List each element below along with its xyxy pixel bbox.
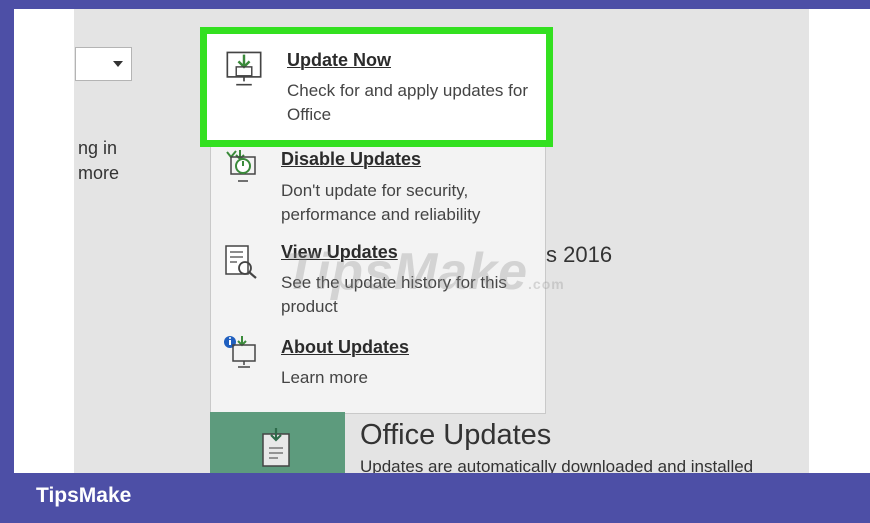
menu-item-title: View Updates [281, 242, 398, 262]
side-text-line-2: more [78, 163, 120, 183]
update-options-icon [262, 428, 290, 467]
account-dropdown[interactable] [75, 47, 132, 81]
menu-item-desc: Don't update for security, performance a… [281, 181, 481, 224]
menu-item-title: About Updates [281, 337, 409, 357]
side-text-line-1: ng in [78, 138, 118, 158]
left-pane [14, 9, 74, 473]
brand-logo-text: TipsMake [36, 484, 132, 507]
update-now-desc: Check for and apply updates for Office [287, 81, 528, 124]
chevron-down-icon [113, 61, 123, 67]
info-monitor-icon [224, 336, 256, 368]
office-updates-title: Office Updates [360, 419, 552, 451]
menu-item-title: Disable Updates [281, 149, 422, 169]
right-strip [809, 9, 870, 473]
view-history-icon [225, 245, 257, 279]
update-options-menu: Disable Updates Don't update for securit… [210, 129, 546, 414]
app-window: ng in more Disable Updates Don't update … [14, 9, 870, 473]
update-options-button[interactable] [210, 412, 345, 473]
update-now-title: Update Now [287, 50, 392, 70]
menu-item-desc: See the update history for this product [281, 273, 507, 316]
menu-item-desc: Learn more [281, 368, 368, 387]
download-monitor-icon [226, 51, 262, 86]
side-text: ng in more [78, 136, 119, 186]
office-updates-desc: Updates are automatically downloaded and… [360, 457, 754, 473]
disable-updates-icon [226, 150, 256, 182]
menu-item-update-now[interactable]: Update Now Check for and apply updates f… [200, 27, 553, 147]
product-version-text: s 2016 [546, 242, 613, 267]
